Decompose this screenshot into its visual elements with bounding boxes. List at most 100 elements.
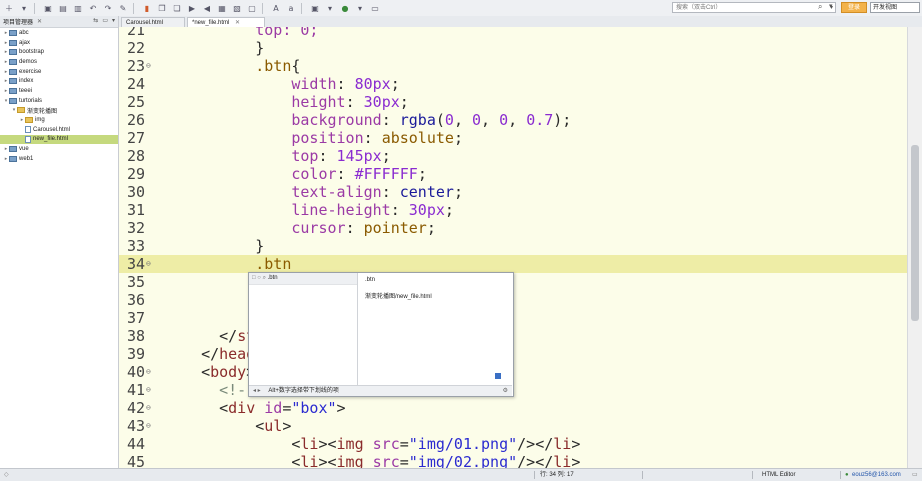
code-token: 0 bbox=[444, 111, 454, 129]
settings-icon[interactable]: ⚙ bbox=[503, 386, 508, 396]
code-line[interactable]: 23 ⊖ .btn{ bbox=[119, 57, 907, 75]
search-input[interactable]: 搜索（双击Ctrl） ▾ bbox=[672, 2, 836, 13]
code-line[interactable]: 32 cursor: pointer; bbox=[119, 219, 907, 237]
browser-icon[interactable]: ▧ bbox=[231, 2, 243, 14]
tree-item[interactable]: ▸ teeei bbox=[0, 86, 118, 96]
fold-toggle-icon[interactable]: ⊖ bbox=[146, 57, 151, 75]
code-line[interactable]: 25 height: 30px; bbox=[119, 93, 907, 111]
code-line[interactable]: 27 position: absolute; bbox=[119, 129, 907, 147]
code-editor[interactable]: 21 top: 0; 22 } 23 ⊖ .btn{24 width: 80px; 25… bbox=[119, 27, 907, 468]
code-line[interactable]: 24 width: 80px; bbox=[119, 75, 907, 93]
code-token: color bbox=[291, 165, 337, 183]
save-icon[interactable]: ▣ bbox=[42, 2, 54, 14]
link-icon[interactable]: ⇆ bbox=[93, 17, 98, 24]
tree-item[interactable]: ▸ abc bbox=[0, 28, 118, 38]
save-all-icon[interactable]: ▤ bbox=[57, 2, 69, 14]
tree-item[interactable]: ▸ demos bbox=[0, 57, 118, 67]
line-number: 39 bbox=[126, 345, 145, 363]
code-token: /></ bbox=[517, 435, 554, 453]
print-icon[interactable]: ▥ bbox=[72, 2, 84, 14]
code-line[interactable]: 34 ⊖ .btn bbox=[119, 255, 907, 273]
font-size-icon[interactable]: A bbox=[270, 2, 282, 14]
code-token: : bbox=[381, 183, 400, 201]
tree-item[interactable]: ▾ 渐变轮播图 bbox=[0, 106, 118, 116]
code-token: , bbox=[453, 111, 472, 129]
browser-select-icon[interactable]: ● bbox=[339, 2, 351, 14]
notification-icon[interactable]: ▭ bbox=[912, 469, 918, 481]
tree-item[interactable]: Carousel.html bbox=[0, 125, 118, 135]
tree-item[interactable]: ▸ vue bbox=[0, 144, 118, 154]
layout-icon[interactable]: ▢ bbox=[246, 2, 258, 14]
nav-arrows-icon[interactable]: ◂ ▸ bbox=[253, 388, 261, 394]
dropdown-arrow-icon[interactable]: ▾ bbox=[18, 2, 30, 14]
dropdown-arrow-icon[interactable]: ▾ bbox=[354, 2, 366, 14]
code-token: img bbox=[336, 453, 364, 468]
format-icon[interactable]: ✎ bbox=[117, 2, 129, 14]
code-line[interactable]: 21 top: 0; bbox=[119, 27, 907, 39]
tab-new-file[interactable]: *new_file.html ✕ bbox=[187, 17, 265, 27]
tree-item[interactable]: ▸ web1 bbox=[0, 154, 118, 164]
run-icon[interactable]: ▶ bbox=[186, 2, 198, 14]
fold-toggle-icon[interactable]: ⊖ bbox=[146, 399, 151, 417]
terminal-icon[interactable]: ▭ bbox=[369, 2, 381, 14]
scrollbar-thumb[interactable] bbox=[911, 145, 919, 321]
collapse-icon[interactable]: ▭ bbox=[102, 17, 108, 24]
tree-item[interactable]: ▸ bootstrap bbox=[0, 47, 118, 57]
back-icon[interactable]: ◀ bbox=[201, 2, 213, 14]
tree-item[interactable]: ▸ exercise bbox=[0, 67, 118, 77]
perspective-selector[interactable]: 开发视图 bbox=[870, 2, 920, 13]
close-icon[interactable]: ✕ bbox=[37, 18, 42, 25]
tree-item-label: teeei bbox=[19, 87, 33, 94]
code-line[interactable]: 44 <li><img src="img/01.png"/></li> bbox=[119, 435, 907, 453]
undo-icon[interactable]: ↶ bbox=[87, 2, 99, 14]
code-line[interactable]: 22 } bbox=[119, 39, 907, 57]
line-number: 22 bbox=[126, 39, 145, 57]
search-icon[interactable]: ⌕ bbox=[818, 2, 822, 12]
tree-item[interactable]: ▸ index bbox=[0, 76, 118, 86]
tab-carousel[interactable]: Carousel.html bbox=[121, 17, 185, 27]
code-line[interactable]: 42 ⊖ <div id="box"> bbox=[119, 399, 907, 417]
tree-item[interactable]: ▸ ajax bbox=[0, 38, 118, 48]
tree-item[interactable]: ▾ turtorials bbox=[0, 96, 118, 106]
code-line[interactable]: 28 top: 145px; bbox=[119, 147, 907, 165]
tree-item-label: 渐变轮播图 bbox=[27, 108, 58, 115]
font-smaller-icon[interactable]: a bbox=[285, 2, 297, 14]
code-token: div bbox=[228, 399, 256, 417]
tree-item[interactable]: ▸ img bbox=[0, 115, 118, 125]
device-icon[interactable]: ▣ bbox=[309, 2, 321, 14]
code-token: : bbox=[381, 111, 400, 129]
fold-toggle-icon[interactable]: ⊖ bbox=[146, 417, 151, 435]
copy-icon[interactable]: ❐ bbox=[156, 2, 168, 14]
paste-icon[interactable]: ❏ bbox=[171, 2, 183, 14]
fold-toggle-icon[interactable]: ⊖ bbox=[146, 363, 151, 381]
chevron-down-icon[interactable]: ▾ bbox=[829, 2, 833, 10]
explorer-tab[interactable]: 项目管理器 ✕ ⇆ ▭ ▾ bbox=[0, 16, 118, 28]
bookmark-icon[interactable]: ▮ bbox=[141, 2, 153, 14]
tree-item[interactable]: new_file.html bbox=[0, 134, 118, 145]
fold-toggle-icon[interactable]: ⊖ bbox=[146, 255, 151, 273]
editor-scrollbar[interactable] bbox=[907, 27, 922, 468]
code-token: px bbox=[372, 75, 391, 93]
close-icon[interactable]: ✕ bbox=[235, 20, 240, 26]
code-token: text-align bbox=[291, 183, 382, 201]
account-link[interactable]: eouz56@163.com bbox=[852, 469, 901, 481]
code-line[interactable]: 29 color: #FFFFFF; bbox=[119, 165, 907, 183]
code-line[interactable]: 26 background: rgba(0, 0, 0, 0.7); bbox=[119, 111, 907, 129]
redo-icon[interactable]: ↷ bbox=[102, 2, 114, 14]
login-button[interactable]: 登录 bbox=[841, 2, 867, 13]
preview-icon[interactable]: ▦ bbox=[216, 2, 228, 14]
menu-icon[interactable]: ▾ bbox=[112, 17, 115, 24]
code-line[interactable]: 33 } bbox=[119, 237, 907, 255]
project-icon bbox=[9, 39, 17, 46]
code-line[interactable]: 31 line-height: 30px; bbox=[119, 201, 907, 219]
dropdown-arrow-icon[interactable]: ▾ bbox=[324, 2, 336, 14]
new-file-icon[interactable]: ＋ bbox=[3, 2, 15, 14]
code-token: ; bbox=[426, 219, 436, 237]
code-line[interactable]: 30 text-align: center; bbox=[119, 183, 907, 201]
code-line[interactable]: 43 ⊖ <ul> bbox=[119, 417, 907, 435]
fold-toggle-icon[interactable]: ⊖ bbox=[146, 381, 151, 399]
code-line[interactable]: 45 <li><img src="img/02.png"/></li> bbox=[119, 453, 907, 468]
